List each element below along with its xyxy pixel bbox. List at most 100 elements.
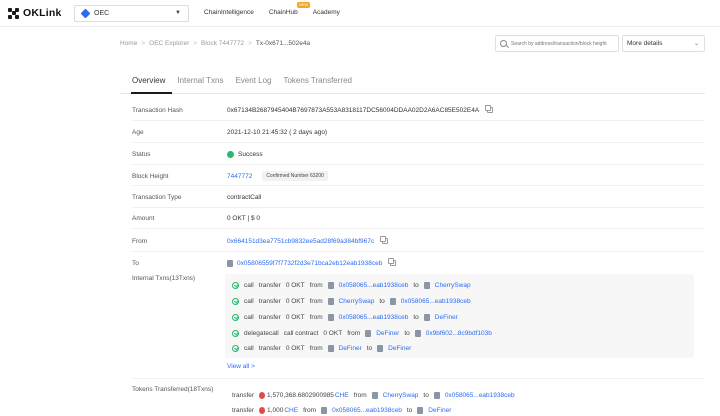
to-word: to — [423, 391, 429, 399]
age-label: Age — [132, 128, 144, 136]
search-icon — [500, 40, 507, 47]
check-circle-icon — [232, 281, 239, 289]
nav-chainhub-label: ChainHub — [268, 9, 298, 16]
more-details-dropdown[interactable]: More details ⌄ — [622, 35, 705, 52]
internal-txn-action: call contract — [283, 329, 319, 337]
contract-icon — [423, 281, 430, 289]
view-all-internal-txns-link[interactable]: View all > — [227, 363, 255, 370]
internal-txn-from-link[interactable]: CherrySwap — [339, 298, 375, 305]
contract-icon — [321, 406, 328, 414]
from-word: from — [353, 391, 367, 399]
row-divider — [132, 251, 705, 252]
status-label: Status — [132, 150, 151, 158]
row-transaction-hash: Transaction Hash 0x67134B2687945404B7697… — [132, 104, 702, 116]
token-symbol-link[interactable]: CHE — [284, 407, 298, 414]
success-icon — [227, 150, 234, 158]
block-height-link[interactable]: 7447772 — [227, 173, 252, 180]
chain-selector[interactable]: OEC ▼ — [74, 5, 189, 22]
row-divider — [132, 185, 705, 186]
breadcrumb-separator: > — [193, 40, 198, 47]
internal-txn-from-link[interactable]: DeFiner — [339, 345, 362, 352]
status-value-group: Success — [227, 150, 263, 158]
logo-icon — [8, 7, 19, 19]
row-from: From 0x664151d3ea7751cb9832ee5ad28f69a38… — [132, 235, 702, 247]
amount-label: Amount — [132, 214, 155, 222]
token-transfer-type: transfer — [232, 406, 255, 414]
tokens-transferred-label: Tokens Transferred(18Txns) — [132, 385, 214, 393]
internal-txn-to-link[interactable]: 0x9bf602...8c9bdf103b — [426, 330, 492, 337]
oklink-logo[interactable]: OKLink — [8, 6, 62, 20]
from-address-link[interactable]: 0x664151d3ea7751cb9832ee5ad28f69a384bf96… — [227, 238, 374, 245]
row-age: Age 2021-12-10 21:45:32 ( 2 days ago) — [132, 126, 702, 138]
copy-icon[interactable] — [380, 236, 389, 244]
block-height-label: Block Height — [132, 172, 169, 180]
internal-txn-from-link[interactable]: 0x058065...eab1938ceb — [339, 282, 409, 289]
breadcrumb-block[interactable]: Block 7447772 — [201, 40, 244, 47]
breadcrumb-oec-explorer[interactable]: OEC Explorer — [149, 40, 189, 47]
tab-internal-txns[interactable]: Internal Txns — [177, 76, 223, 85]
from-value-group: 0x664151d3ea7751cb9832ee5ad28f69a384bf96… — [227, 236, 389, 245]
contract-icon — [327, 281, 334, 289]
row-block-height: Block Height 7447772 Confirmed Number 63… — [132, 170, 702, 182]
check-circle-icon — [232, 297, 239, 305]
contract-icon — [423, 313, 430, 321]
internal-txn-amount: 0 OKT — [285, 344, 305, 352]
token-transfer-to-link[interactable]: DeFiner — [428, 407, 451, 414]
to-word: to — [366, 344, 373, 352]
internal-txn-from-link[interactable]: DeFiner — [376, 330, 399, 337]
contract-icon — [327, 297, 334, 305]
contract-icon — [371, 391, 378, 399]
internal-txn-row: call transfer 0 OKT from 0x058065...eab1… — [232, 278, 471, 292]
internal-txn-amount: 0 OKT — [285, 281, 305, 289]
to-address-link[interactable]: 0x05806559f7f7732f2d3e71bca2eb12eab1938c… — [237, 260, 382, 267]
to-label: To — [132, 259, 139, 267]
token-symbol-link[interactable]: CHE — [335, 392, 349, 399]
tab-overview[interactable]: Overview — [132, 76, 165, 85]
row-divider — [132, 120, 705, 121]
transaction-hash-label: Transaction Hash — [132, 106, 183, 114]
contract-icon — [365, 329, 372, 337]
token-transfer-row: transfer 1,570,368.6802900985 CHE from C… — [232, 389, 515, 401]
internal-txn-amount: 0 OKT — [285, 297, 305, 305]
more-details-label: More details — [627, 40, 663, 47]
to-word: to — [413, 313, 419, 321]
oec-chain-icon — [80, 8, 91, 19]
to-word: to — [404, 329, 410, 337]
row-divider — [132, 378, 705, 379]
internal-txn-to-link[interactable]: CherrySwap — [435, 282, 471, 289]
token-transfer-to-link[interactable]: 0x058065...eab1938ceb — [445, 392, 515, 399]
nav-chainhub[interactable]: ChainHub NEW — [268, 2, 311, 16]
row-divider — [132, 142, 705, 143]
search-box — [495, 35, 619, 52]
breadcrumb-home[interactable]: Home — [120, 40, 137, 47]
token-transfer-from-link[interactable]: CherrySwap — [383, 392, 419, 399]
search-input[interactable] — [511, 40, 618, 47]
logo-text: OKLink — [23, 7, 62, 19]
tab-tokens-transferred[interactable]: Tokens Transferred — [283, 76, 351, 85]
breadcrumb-separator: > — [248, 40, 252, 47]
copy-icon[interactable] — [485, 105, 494, 113]
to-word: to — [413, 281, 419, 289]
token-transfer-from-link[interactable]: 0x058065...eab1938ceb — [332, 407, 402, 414]
row-status: Status Success — [132, 148, 702, 160]
internal-txn-to-link[interactable]: DeFiner — [388, 345, 411, 352]
from-word: from — [303, 406, 317, 414]
internal-txn-type: call — [244, 344, 254, 352]
nav-chainintelligence[interactable]: ChainIntelligence — [204, 9, 254, 16]
internal-txn-amount: 0 OKT — [285, 313, 305, 321]
copy-icon[interactable] — [388, 258, 397, 266]
internal-txn-row: call transfer 0 OKT from DeFiner to DeFi… — [232, 341, 411, 355]
token-transfer-amount: 1,570,368.6802900985 — [267, 391, 334, 399]
check-circle-icon — [232, 329, 239, 337]
internal-txn-from-link[interactable]: 0x058065...eab1938ceb — [339, 314, 409, 321]
to-word: to — [379, 297, 385, 305]
tab-divider — [120, 93, 705, 94]
internal-txn-action: transfer — [258, 297, 281, 305]
check-circle-icon — [232, 313, 239, 321]
internal-txn-to-link[interactable]: 0x058065...eab1938ceb — [401, 298, 471, 305]
internal-txn-to-link[interactable]: DeFiner — [435, 314, 458, 321]
tab-event-log[interactable]: Event Log — [235, 76, 271, 85]
breadcrumb: Home > OEC Explorer > Block 7447772 > Tx… — [120, 40, 310, 47]
internal-txn-action: transfer — [258, 313, 281, 321]
nav-academy[interactable]: Academy — [313, 9, 340, 16]
